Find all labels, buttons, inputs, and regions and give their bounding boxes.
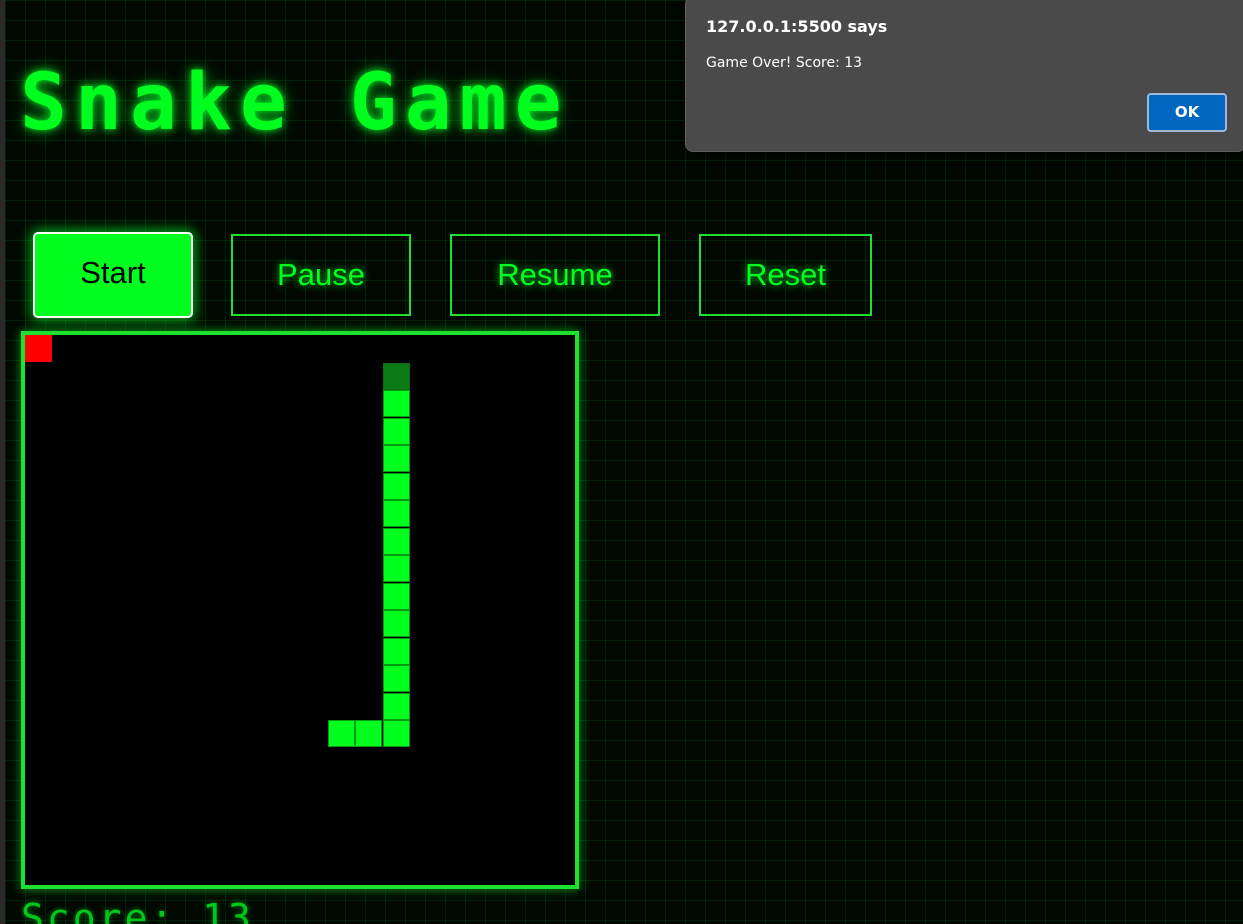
dialog-title: 127.0.0.1:5500 says <box>706 17 888 36</box>
start-button[interactable]: Start <box>33 232 193 318</box>
snake-segment <box>382 720 410 747</box>
snake-tail-segment <box>382 362 410 390</box>
snake-segment <box>382 472 410 500</box>
snake-segment <box>382 445 410 472</box>
snake-segment <box>382 417 410 445</box>
snake-segment <box>382 500 410 527</box>
pause-button[interactable]: Pause <box>231 234 411 316</box>
snake-segment <box>382 637 410 665</box>
snake-segment <box>382 555 410 582</box>
food-item <box>25 335 52 362</box>
snake-segment <box>382 527 410 555</box>
snake-segment <box>327 720 355 747</box>
game-title: Snake Game <box>20 58 570 148</box>
resume-button[interactable]: Resume <box>450 234 660 316</box>
snake-segment <box>382 610 410 637</box>
alert-dialog: 127.0.0.1:5500 says Game Over! Score: 13… <box>685 0 1243 152</box>
snake-segment <box>382 390 410 417</box>
dialog-message: Game Over! Score: 13 <box>706 55 863 71</box>
snake-segment <box>382 665 410 692</box>
snake-segment <box>382 692 410 720</box>
ok-button[interactable]: OK <box>1147 93 1227 132</box>
snake-segment <box>355 720 382 747</box>
score-display: Score: 13 <box>21 896 254 924</box>
reset-button[interactable]: Reset <box>699 234 872 316</box>
game-board <box>21 331 579 889</box>
snake-segment <box>382 582 410 610</box>
